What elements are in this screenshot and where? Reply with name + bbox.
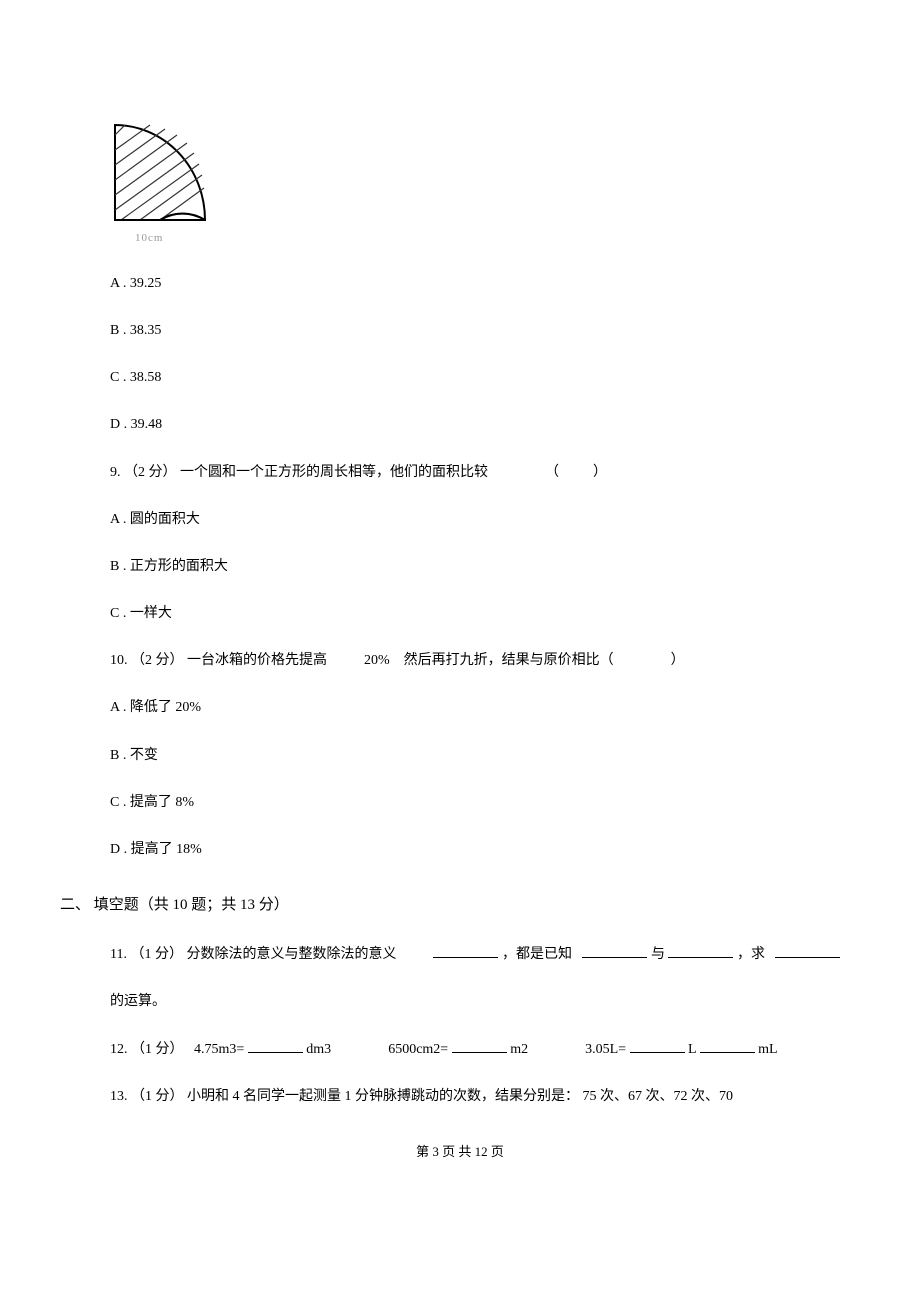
q9-option-b: B . 正方形的面积大 bbox=[110, 554, 860, 579]
question-12: 12. （1 分） 4.75m3= dm3 6500cm2= m2 3.05L=… bbox=[110, 1036, 860, 1062]
question-9: 9. （2 分） 一个圆和一个正方形的周长相等，他们的面积比较 （ ） bbox=[110, 460, 860, 485]
q12-part3a: 3.05L= bbox=[585, 1042, 626, 1057]
q10-text1: 一台冰箱的价格先提高 bbox=[187, 653, 327, 668]
blank-input[interactable] bbox=[700, 1036, 755, 1053]
q10-option-b: B . 不变 bbox=[110, 743, 860, 768]
q9-paren: （ ） bbox=[545, 465, 609, 480]
option-a: A . 39.25 bbox=[110, 271, 860, 296]
q11-points: （1 分） bbox=[130, 947, 183, 962]
blank-input[interactable] bbox=[452, 1036, 507, 1053]
q12-points: （1 分） bbox=[131, 1042, 184, 1057]
q12-part1b: dm3 bbox=[306, 1042, 331, 1057]
q11-number: 11. bbox=[110, 947, 127, 962]
q10-points: （2 分） bbox=[131, 653, 184, 668]
section-2-header: 二、 填空题（共 10 题；共 13 分） bbox=[60, 892, 860, 919]
blank-input[interactable] bbox=[248, 1036, 303, 1053]
q9-text: 一个圆和一个正方形的周长相等，他们的面积比较 bbox=[180, 465, 488, 480]
q11-text4: ，求 bbox=[737, 947, 765, 962]
q13-points: （1 分） bbox=[131, 1089, 184, 1104]
page-footer: 第 3 页 共 12 页 bbox=[60, 1140, 860, 1163]
q11-text1: 分数除法的意义与整数除法的意义 bbox=[186, 947, 396, 962]
q10-text2: 然后再打九折，结果与原价相比（ bbox=[404, 653, 614, 668]
q10-option-a: A . 降低了 20% bbox=[110, 695, 860, 720]
q13-text: 小明和 4 名同学一起测量 1 分钟脉搏跳动的次数，结果分别是： 75 次、67… bbox=[187, 1089, 733, 1104]
q10-option-d: D . 提高了 18% bbox=[110, 837, 860, 862]
figure-caption: 10cm bbox=[135, 229, 860, 249]
q10-paren-close: ） bbox=[671, 653, 685, 668]
q12-part3b: L bbox=[688, 1042, 696, 1057]
blank-input[interactable] bbox=[582, 941, 647, 958]
question-11: 11. （1 分） 分数除法的意义与整数除法的意义 ，都是已知 与 ，求 bbox=[110, 941, 860, 967]
q11-text2: ，都是已知 bbox=[502, 947, 572, 962]
blank-input[interactable] bbox=[433, 941, 498, 958]
option-d: D . 39.48 bbox=[110, 412, 860, 437]
q9-number: 9. bbox=[110, 465, 121, 480]
geometry-figure: 10cm bbox=[110, 120, 860, 249]
q13-number: 13. bbox=[110, 1089, 128, 1104]
q9-option-c: C . 一样大 bbox=[110, 601, 860, 626]
question-13: 13. （1 分） 小明和 4 名同学一起测量 1 分钟脉搏跳动的次数，结果分别… bbox=[110, 1084, 860, 1109]
q10-pct: 20% bbox=[364, 653, 390, 668]
option-c: C . 38.58 bbox=[110, 365, 860, 390]
q12-part3c: mL bbox=[758, 1042, 777, 1057]
q12-part2b: m2 bbox=[510, 1042, 528, 1057]
q11-cont: 的运算。 bbox=[110, 989, 860, 1014]
q11-text5: 的运算。 bbox=[110, 994, 166, 1009]
blank-input[interactable] bbox=[775, 941, 840, 958]
q10-number: 10. bbox=[110, 653, 128, 668]
q9-points: （2 分） bbox=[124, 465, 177, 480]
q12-part2a: 6500cm2= bbox=[388, 1042, 448, 1057]
question-10: 10. （2 分） 一台冰箱的价格先提高 20% 然后再打九折，结果与原价相比（… bbox=[110, 648, 860, 673]
q9-option-a: A . 圆的面积大 bbox=[110, 507, 860, 532]
q10-option-c: C . 提高了 8% bbox=[110, 790, 860, 815]
option-b: B . 38.35 bbox=[110, 318, 860, 343]
q12-number: 12. bbox=[110, 1042, 128, 1057]
blank-input[interactable] bbox=[630, 1036, 685, 1053]
blank-input[interactable] bbox=[668, 941, 733, 958]
q11-text3: 与 bbox=[651, 947, 665, 962]
q12-part1a: 4.75m3= bbox=[194, 1042, 244, 1057]
